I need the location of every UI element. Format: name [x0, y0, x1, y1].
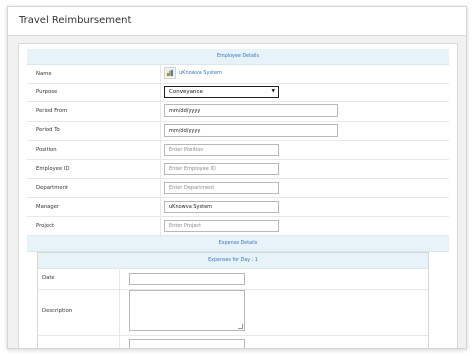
row-divider [38, 335, 428, 336]
reimbursement-form: Employee Details Name uKnowva System Pur… [18, 43, 458, 348]
next-field-input[interactable] [129, 339, 245, 348]
employee-details-header: Employee Details [27, 49, 449, 65]
row-divider [27, 178, 449, 179]
expense-day-header: Expenses for Day : 1 [38, 253, 428, 269]
period-from-label: Period From [36, 108, 68, 114]
description-textarea[interactable] [129, 290, 245, 331]
position-input[interactable] [164, 144, 279, 156]
employee-id-label: Employee ID [36, 166, 70, 172]
page-title: Travel Reimbursement [19, 15, 132, 26]
department-input[interactable] [164, 182, 279, 194]
expense-day-panel: Expenses for Day : 1 Date Description [37, 252, 429, 348]
department-label: Department [36, 185, 69, 191]
purpose-selected-value: Conveyance [169, 89, 203, 95]
row-divider [27, 83, 449, 84]
position-label: Position [36, 147, 57, 153]
date-label: Date [42, 275, 55, 281]
name-value[interactable]: uKnowva System [179, 70, 222, 76]
employee-id-input[interactable] [164, 163, 279, 175]
row-divider [27, 159, 449, 160]
manager-label: Manager [36, 204, 60, 210]
manager-input[interactable] [164, 201, 279, 213]
date-input[interactable] [129, 273, 245, 285]
column-divider [160, 64, 161, 236]
expense-details-header: Expense Details [27, 236, 449, 252]
period-to-input[interactable] [164, 124, 338, 137]
column-divider [119, 268, 120, 348]
caret-down-icon: ▼ [271, 89, 275, 94]
project-label: Project [36, 223, 55, 229]
row-divider [27, 140, 449, 141]
row-divider [27, 197, 449, 198]
row-divider [27, 121, 449, 122]
resize-grip-icon[interactable] [238, 324, 243, 329]
purpose-select[interactable]: Conveyance ▼ [164, 86, 279, 98]
period-from-input[interactable] [164, 104, 338, 117]
project-input[interactable] [164, 220, 279, 232]
user-photo-icon [164, 67, 176, 79]
row-divider [27, 101, 449, 102]
purpose-label: Purpose [36, 89, 58, 95]
name-label: Name [36, 71, 52, 77]
period-to-label: Period To [36, 127, 60, 133]
title-bar: Travel Reimbursement [8, 7, 466, 36]
description-label: Description [42, 308, 73, 314]
row-divider [27, 216, 449, 217]
app-window: Travel Reimbursement Employee Details Na… [7, 6, 467, 349]
